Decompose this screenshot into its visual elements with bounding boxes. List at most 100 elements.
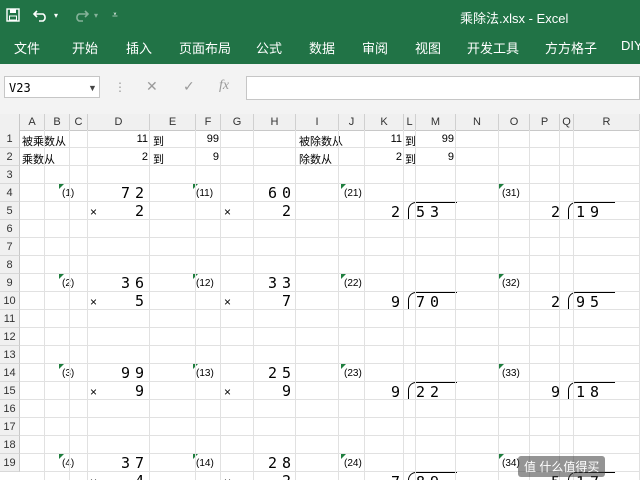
row-header-1[interactable]: 1 (0, 130, 20, 148)
column-header-i[interactable]: I (296, 114, 339, 130)
column-header-g[interactable]: G (221, 114, 254, 130)
cell-f1-value: 99 (206, 133, 219, 145)
cell-f2-value: 9 (212, 151, 219, 163)
row-header-11[interactable]: 11 (0, 310, 20, 328)
insert-function-icon[interactable]: fx (219, 78, 229, 94)
tab-formulas[interactable]: 公式 (256, 38, 282, 57)
column-header-j[interactable]: J (339, 114, 365, 130)
name-box-dropdown-icon[interactable]: ▼ (88, 83, 97, 93)
tab-home[interactable]: 开始 (72, 38, 98, 57)
tab-page-layout[interactable]: 页面布局 (179, 38, 231, 57)
row-header-9[interactable]: 9 (0, 274, 20, 292)
tab-insert[interactable]: 插入 (126, 38, 152, 57)
row-header-18[interactable]: 18 (0, 436, 20, 454)
column-header-n[interactable]: N (456, 114, 499, 130)
cell-d2-value: 2 (141, 151, 148, 163)
row-header-16[interactable]: 16 (0, 400, 20, 418)
multiplicand: 36 (120, 274, 149, 292)
multiplicand: 33 (267, 274, 296, 292)
column-header-a[interactable]: A (20, 114, 45, 130)
enter-icon[interactable]: ✓ (183, 78, 195, 95)
problem-tag: (21) (344, 188, 362, 199)
tab-diy[interactable]: DIY (621, 38, 640, 53)
row-header-4[interactable]: 4 (0, 184, 20, 202)
column-header-h[interactable]: H (254, 114, 296, 130)
problem-tag: (32) (502, 278, 520, 289)
column-header-m[interactable]: M (416, 114, 456, 130)
multiplier: 5 (134, 292, 149, 310)
problem-tag: (22) (344, 278, 362, 289)
row-header-12[interactable]: 12 (0, 328, 20, 346)
gridline-h (20, 291, 640, 292)
gridline-h (20, 453, 640, 454)
formula-bar: V23 ▼ ⋮ ✕ ✓ fx (0, 64, 640, 115)
column-header-o[interactable]: O (499, 114, 530, 130)
row-header-3[interactable]: 3 (0, 166, 20, 184)
multiplicand: 28 (267, 454, 296, 472)
cell-k1-value: 11 (390, 133, 402, 145)
column-header-b[interactable]: B (45, 114, 70, 130)
gridline-h (20, 273, 640, 274)
problem-tag: (24) (344, 458, 362, 469)
problem-tag: (11) (196, 188, 214, 199)
column-header-q[interactable]: Q (560, 114, 574, 130)
redo-icon[interactable] (72, 4, 90, 26)
row-header-7[interactable]: 7 (0, 238, 20, 256)
gridline-h (20, 237, 640, 238)
row-header-8[interactable]: 8 (0, 256, 20, 274)
worksheet-grid[interactable]: 被乘数从11到99乘数从2到9被除数从11到99除数从2到9(1)72×2(11… (0, 114, 640, 480)
tab-view[interactable]: 视图 (415, 38, 441, 57)
row-header-14[interactable]: 14 (0, 364, 20, 382)
tab-fangfang[interactable]: 方方格子 (545, 38, 597, 57)
problem-tag: (12) (196, 278, 214, 289)
row-header-10[interactable]: 10 (0, 292, 20, 310)
column-header-p[interactable]: P (530, 114, 560, 130)
save-icon[interactable] (4, 4, 22, 26)
problem-tag: (14) (196, 458, 214, 469)
gridline-h (20, 219, 640, 220)
row-header-13[interactable]: 13 (0, 346, 20, 364)
column-header-c[interactable]: C (70, 114, 88, 130)
select-all-corner[interactable] (0, 114, 20, 130)
tab-review[interactable]: 审阅 (362, 38, 388, 57)
formula-bar-grip-icon: ⋮ (114, 80, 126, 94)
multiply-sign: × (224, 385, 232, 399)
tab-developer[interactable]: 开发工具 (467, 38, 519, 57)
multiplicand: 37 (120, 454, 149, 472)
row-header-2[interactable]: 2 (0, 148, 20, 166)
gridline-h (20, 435, 640, 436)
cancel-icon[interactable]: ✕ (146, 78, 158, 95)
cell-m2-value: 9 (447, 151, 454, 163)
column-header-e[interactable]: E (150, 114, 196, 130)
customize-qat-icon[interactable]: ⩡ (108, 4, 122, 26)
row-header-15[interactable]: 15 (0, 382, 20, 400)
multiply-sign: × (224, 205, 232, 219)
undo-icon[interactable] (32, 4, 50, 26)
undo-dropdown-icon[interactable]: ▾ (51, 4, 61, 26)
row-header-19[interactable]: 19 (0, 454, 20, 472)
cell-m1-value: 99 (441, 133, 454, 145)
gridline-h (20, 165, 640, 166)
cell-k2-value: 2 (395, 151, 402, 163)
column-header-k[interactable]: K (365, 114, 404, 130)
watermark-logo: 值 什么值得买 (518, 456, 606, 477)
row-header-17[interactable]: 17 (0, 418, 20, 436)
column-header-r[interactable]: R (574, 114, 640, 130)
column-header-f[interactable]: F (196, 114, 221, 130)
column-header-l[interactable]: L (404, 114, 416, 130)
gridline-h (20, 183, 640, 184)
problem-tag: (31) (502, 188, 520, 199)
tab-file[interactable]: 文件 (14, 38, 40, 57)
redo-dropdown-icon[interactable]: ▾ (91, 4, 101, 26)
row-header-6[interactable]: 6 (0, 220, 20, 238)
row-header-5[interactable]: 5 (0, 202, 20, 220)
name-box[interactable]: V23 (4, 76, 100, 98)
multiplicand: 99 (120, 364, 149, 382)
gridline-h (20, 255, 640, 256)
column-header-d[interactable]: D (88, 114, 150, 130)
multiplier: 4 (89, 472, 149, 480)
tab-data[interactable]: 数据 (309, 38, 335, 57)
formula-input[interactable] (246, 76, 640, 100)
gridline-h (20, 309, 640, 310)
multiplier: 7 (281, 292, 296, 310)
